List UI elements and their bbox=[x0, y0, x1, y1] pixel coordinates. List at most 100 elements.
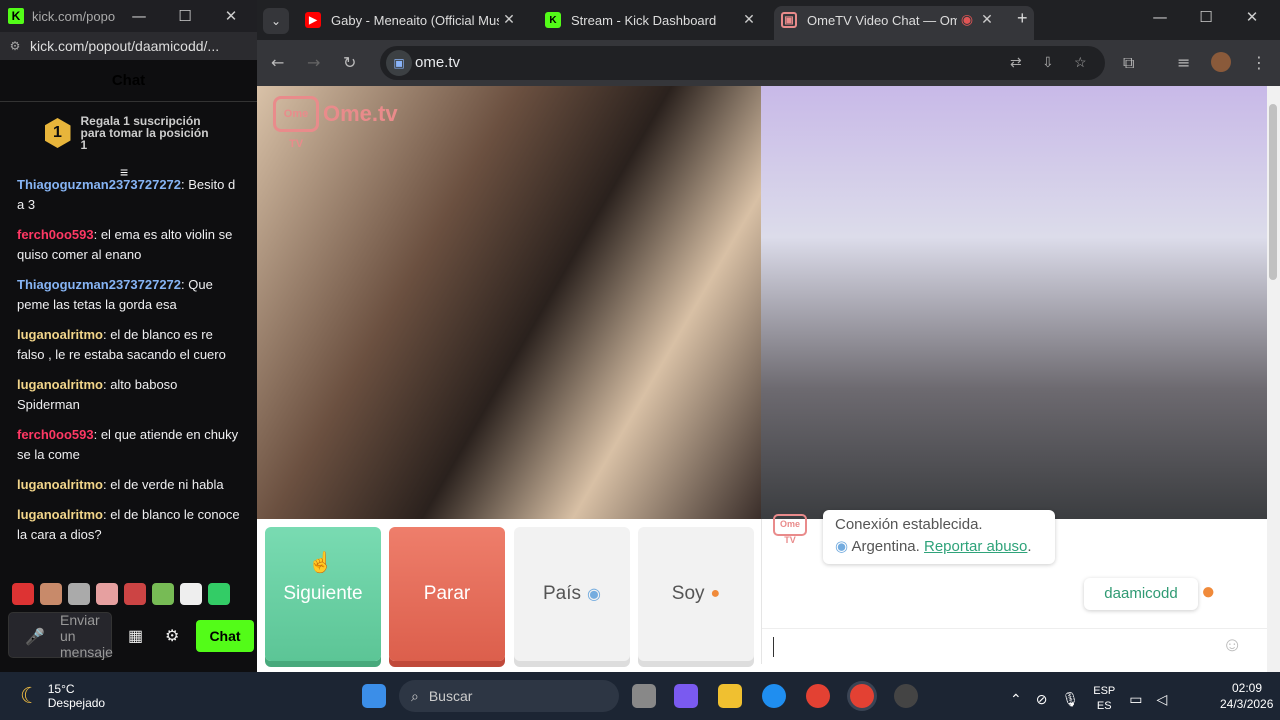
minimize-icon[interactable]: — bbox=[1137, 8, 1183, 26]
maximize-icon[interactable]: ☐ bbox=[1183, 8, 1229, 26]
chat-input-placeholder: Enviar un mensaje bbox=[60, 612, 113, 660]
emote-icon[interactable] bbox=[96, 583, 118, 605]
next-button[interactable]: Siguiente bbox=[265, 527, 381, 661]
start-icon[interactable] bbox=[362, 684, 386, 708]
translate-icon[interactable]: ⇄ bbox=[1010, 54, 1022, 71]
emote-icon[interactable] bbox=[208, 583, 230, 605]
taskbar-clock[interactable]: 02:09 24/3/2026 bbox=[1220, 680, 1274, 712]
emote-icon[interactable] bbox=[152, 583, 174, 605]
chat-username[interactable]: luganoalritmo bbox=[17, 507, 103, 522]
emote-icon[interactable] bbox=[68, 583, 90, 605]
popout-titlebar: K kick.com/popo... — ☐ ✕ bbox=[0, 0, 257, 32]
forward-icon[interactable]: → bbox=[307, 53, 320, 72]
search-label: Buscar bbox=[428, 688, 473, 704]
media-icon[interactable]: ≡ bbox=[1177, 53, 1190, 72]
chevron-up-icon[interactable]: ⌃ bbox=[1010, 691, 1022, 708]
chat-message: luganoalritmo: el de blanco le conoce la… bbox=[17, 507, 240, 542]
reload-icon[interactable]: ↻ bbox=[343, 53, 356, 72]
connection-status: Conexión establecida. bbox=[835, 516, 983, 533]
gender-label: Soy bbox=[671, 583, 705, 604]
ometv-system-icon: Ome TV bbox=[773, 514, 807, 545]
time: 02:09 bbox=[1231, 681, 1262, 695]
bookmark-star-icon[interactable]: ☆ bbox=[1074, 54, 1087, 71]
country-name: Argentina. bbox=[851, 538, 920, 555]
scrollbar-thumb[interactable] bbox=[1269, 104, 1277, 280]
site-settings-icon[interactable]: ⚙ bbox=[0, 39, 30, 53]
menu-icon[interactable]: ⋮ bbox=[1251, 53, 1267, 72]
boy-avatar-icon: ● bbox=[710, 585, 721, 602]
close-icon[interactable]: ✕ bbox=[208, 7, 254, 25]
chrome-icon[interactable] bbox=[806, 684, 830, 708]
address-bar[interactable]: ▣ ome.tv ⇄ ⇩ ☆ bbox=[380, 46, 1105, 80]
ometv-message-input[interactable] bbox=[762, 628, 1267, 664]
network-icon[interactable]: ⊘ bbox=[1036, 691, 1048, 708]
taskbar-search[interactable]: ⌕ Buscar bbox=[399, 680, 619, 712]
install-icon[interactable]: ⇩ bbox=[1042, 54, 1054, 71]
back-icon[interactable]: ← bbox=[271, 53, 284, 72]
chat-username[interactable]: Thiagoguzman2373727272 bbox=[17, 277, 181, 292]
chrome-profile-icon[interactable] bbox=[850, 684, 874, 708]
emote-icon[interactable] bbox=[180, 583, 202, 605]
close-icon[interactable]: ✕ bbox=[1229, 8, 1275, 26]
close-tab-icon[interactable]: ✕ bbox=[499, 12, 519, 28]
chat-username[interactable]: ferch0oo593 bbox=[17, 227, 94, 242]
language-indicator[interactable]: ESP ES bbox=[1093, 684, 1115, 714]
send-chat-button[interactable]: Chat bbox=[196, 620, 254, 652]
sub-gift-promo[interactable]: 1 Regala 1 suscripción para tomar la pos… bbox=[0, 102, 257, 164]
ometv-logo-icon: Ome TV bbox=[273, 96, 319, 150]
close-tab-icon[interactable]: ✕ bbox=[739, 12, 759, 28]
report-abuse-link[interactable]: Reportar abuso bbox=[924, 538, 1027, 555]
edge-icon[interactable] bbox=[762, 684, 786, 708]
text-caret bbox=[773, 637, 774, 657]
lang-primary: ESP bbox=[1093, 685, 1116, 697]
tab-kick-dashboard[interactable]: K Stream - Kick Dashboard ✕ bbox=[545, 6, 759, 34]
store-icon[interactable]: ▦ bbox=[128, 626, 143, 646]
date: 24/3/2026 bbox=[1220, 697, 1274, 711]
rank-badge-icon: 1 bbox=[44, 118, 71, 148]
new-tab-icon[interactable]: + bbox=[1017, 8, 1028, 29]
emote-icon[interactable] bbox=[124, 583, 146, 605]
mic-icon[interactable]: 🎙 bbox=[1061, 691, 1079, 708]
own-message: daamicodd bbox=[1084, 578, 1198, 610]
gender-button[interactable]: Soy ● bbox=[638, 527, 754, 661]
display-icon[interactable]: ▭ bbox=[1129, 691, 1142, 708]
file-explorer-icon[interactable] bbox=[718, 684, 742, 708]
kick-icon: K bbox=[8, 8, 24, 24]
task-view-icon[interactable] bbox=[632, 684, 656, 708]
chat-message: Thiagoguzman2373727272: Que peme las tet… bbox=[17, 277, 213, 312]
moon-icon: ☾ bbox=[20, 683, 40, 708]
gear-icon[interactable]: ⚙ bbox=[165, 626, 179, 646]
tab-youtube[interactable]: ▶ Gaby - Meneaito (Official Music ✕ bbox=[305, 6, 519, 34]
ometv-icon: ▣ bbox=[781, 12, 797, 28]
stop-button[interactable]: Parar bbox=[389, 527, 505, 661]
chat-heading: Chat bbox=[0, 60, 257, 102]
close-tab-icon[interactable]: ✕ bbox=[977, 12, 997, 28]
tab-ometv[interactable]: ▣ OmeTV Video Chat — Ome ◉ ✕ bbox=[781, 6, 997, 34]
chat-username[interactable]: Thiagoguzman2373727272 bbox=[17, 177, 181, 192]
country-button[interactable]: País ◉ bbox=[514, 527, 630, 661]
extensions-icon[interactable]: ⧉ bbox=[1123, 53, 1134, 73]
maximize-icon[interactable]: ☐ bbox=[162, 7, 208, 25]
mouse-pointer-icon: ☝ bbox=[308, 552, 333, 574]
chat-username[interactable]: luganoalritmo bbox=[17, 327, 103, 342]
emote-icon[interactable] bbox=[12, 583, 34, 605]
tab-search-icon[interactable]: ⌄ bbox=[263, 8, 289, 34]
chat-username[interactable]: luganoalritmo bbox=[17, 477, 103, 492]
site-info-icon[interactable]: ▣ bbox=[386, 50, 412, 76]
profile-avatar[interactable] bbox=[1211, 52, 1231, 72]
chat-message: luganoalritmo: el de verde ni habla bbox=[17, 477, 224, 492]
emoji-picker-icon[interactable]: ☺ bbox=[1222, 634, 1242, 657]
chat-messages: Thiagoguzman2373727272: Besito d a 3 ferc… bbox=[17, 175, 242, 555]
chat-username[interactable]: ferch0oo593 bbox=[17, 427, 94, 442]
minimize-icon[interactable]: — bbox=[116, 7, 162, 25]
obs-icon[interactable] bbox=[894, 684, 918, 708]
mic-icon[interactable]: 🎤 bbox=[25, 627, 45, 647]
emote-icon[interactable] bbox=[40, 583, 62, 605]
chat-username[interactable]: luganoalritmo bbox=[17, 377, 103, 392]
volume-icon[interactable]: ◁ bbox=[1157, 691, 1168, 708]
popout-url: kick.com/popout/daamicodd/... bbox=[30, 38, 220, 54]
copilot-icon[interactable] bbox=[674, 684, 698, 708]
weather-widget[interactable]: ☾ 15°C Despejado bbox=[20, 682, 105, 710]
system-tray: ⌃ ⊘ 🎙 ESP ES ▭ ◁ bbox=[1010, 684, 1167, 714]
argentina-flag-icon: ◉ bbox=[835, 538, 849, 555]
